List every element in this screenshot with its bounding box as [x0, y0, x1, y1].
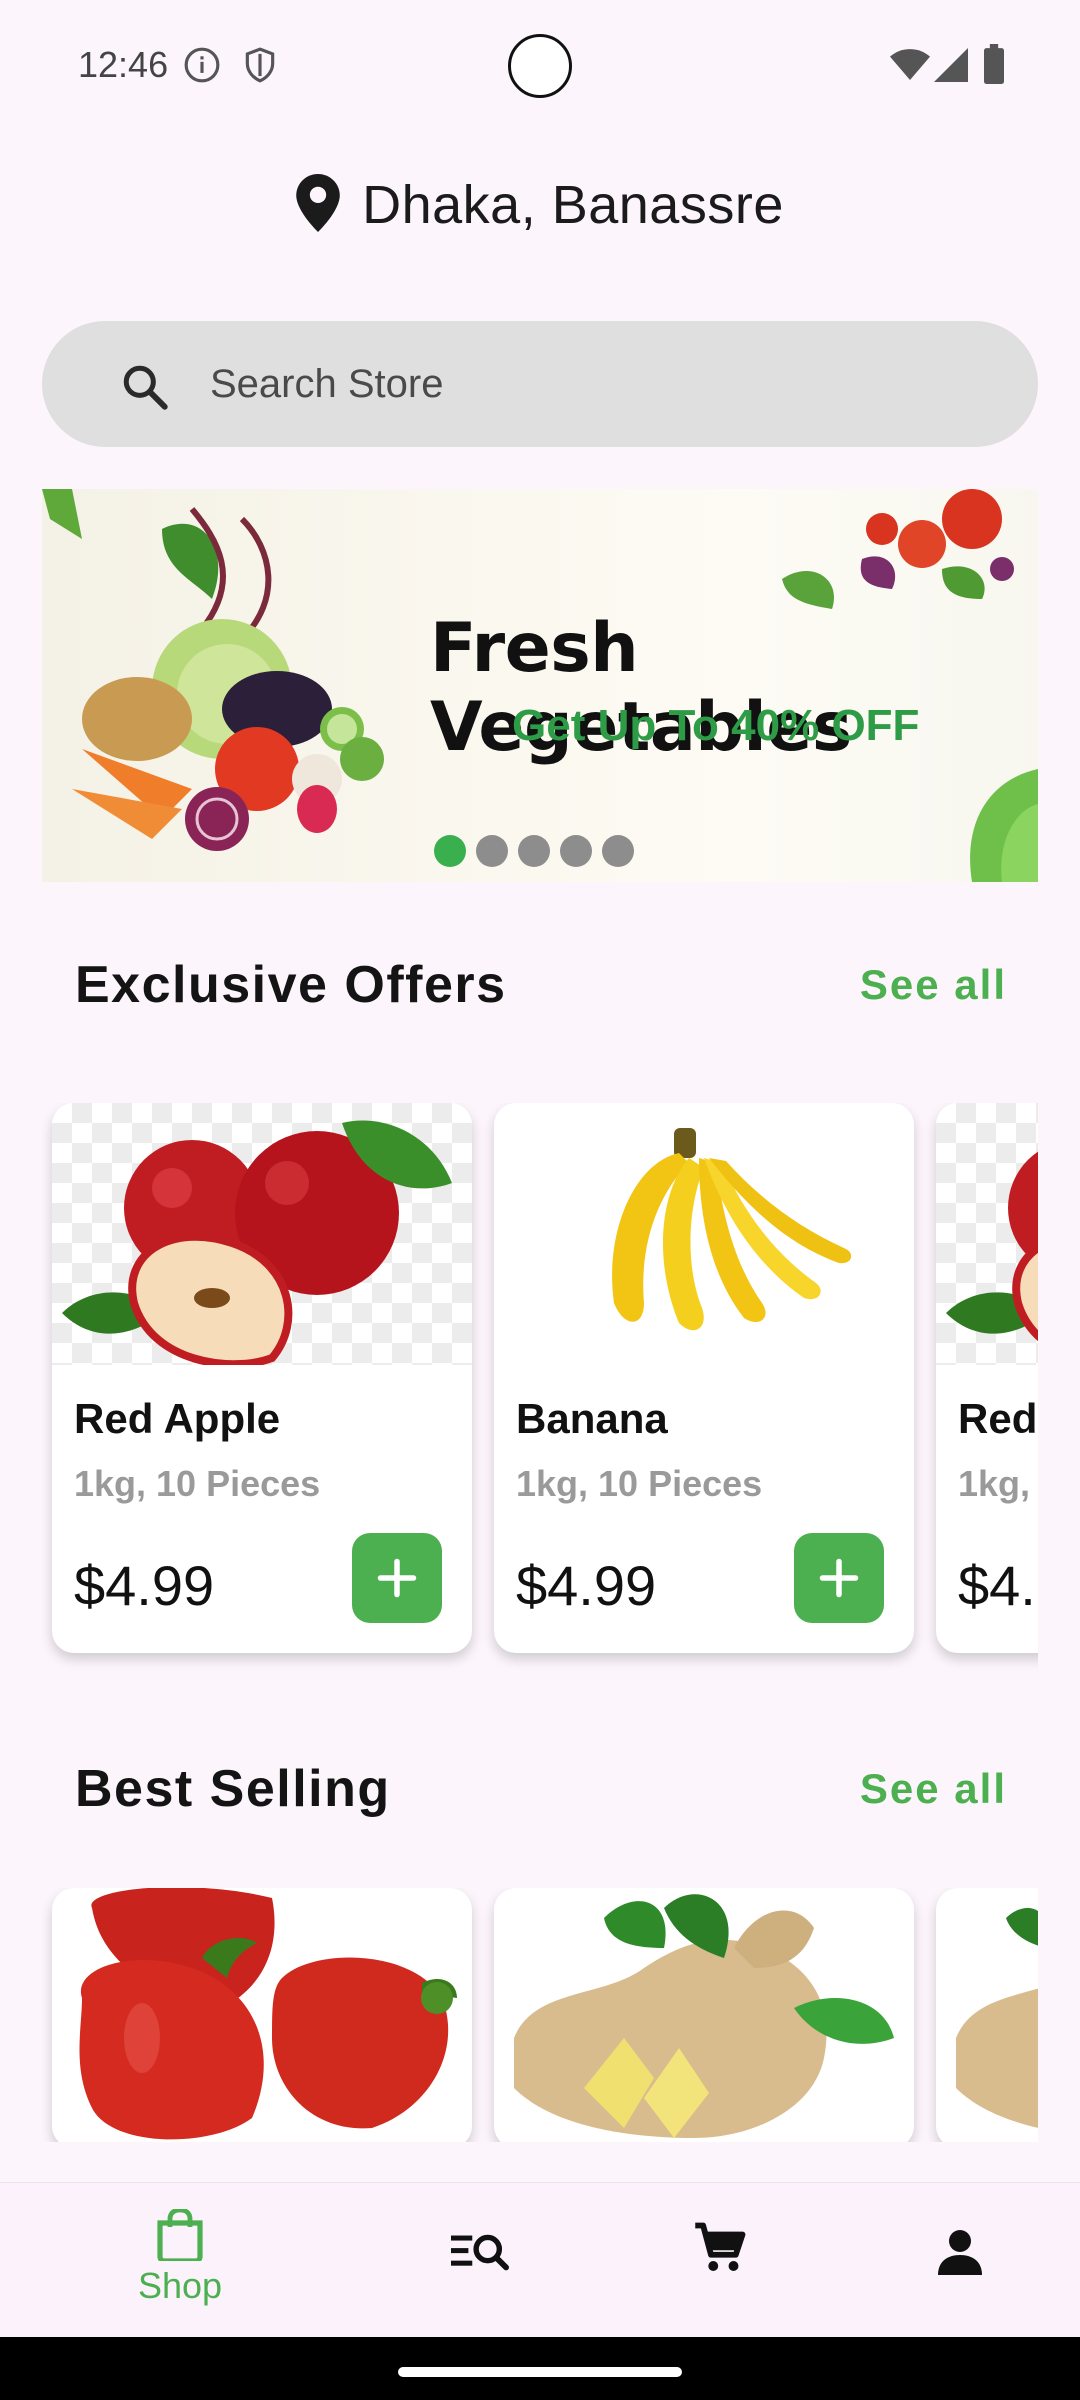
- camera-cutout: [508, 34, 572, 98]
- status-time: 12:46: [78, 44, 169, 85]
- product-image-banana: [494, 1103, 914, 1365]
- location-text: Dhaka, Banassre: [362, 175, 784, 235]
- nav-cart[interactable]: [640, 2221, 800, 2275]
- see-all-link[interactable]: See all: [860, 1765, 1007, 1813]
- explore-search-icon: [451, 2234, 509, 2271]
- info-icon: [183, 46, 221, 89]
- nav-shop-label: Shop: [137, 2265, 223, 2306]
- promo-banner[interactable]: Fresh Vegetables Get Up To 40% OFF: [42, 489, 1038, 882]
- best-selling-header: Best Selling See all: [75, 1759, 1007, 1829]
- location-selector[interactable]: Dhaka, Banassre: [0, 170, 1080, 240]
- add-to-cart-button[interactable]: [352, 1533, 442, 1623]
- product-quantity: 1kg,: [958, 1463, 1031, 1504]
- product-image-apple: [52, 1103, 472, 1369]
- add-to-cart-button[interactable]: [794, 1533, 884, 1623]
- battery-icon: [984, 44, 1004, 89]
- nav-shop[interactable]: Shop: [100, 2209, 260, 2307]
- product-card[interactable]: Red Apple 1kg, 10 Pieces $4.99: [52, 1103, 472, 1653]
- cart-icon: [695, 2222, 746, 2271]
- nav-explore[interactable]: [400, 2231, 560, 2271]
- shield-icon: [241, 46, 279, 89]
- search-input[interactable]: [210, 321, 990, 447]
- product-image-apple: [936, 1103, 1038, 1365]
- section-title: Exclusive Offers: [75, 956, 507, 1014]
- section-title: Best Selling: [75, 1760, 391, 1818]
- carousel-dot[interactable]: [434, 835, 466, 867]
- best-selling-list[interactable]: [42, 1888, 1038, 2142]
- plus-icon: [377, 1558, 417, 1598]
- shopping-bag-icon: [157, 2209, 203, 2261]
- product-name: Red: [958, 1395, 1038, 1442]
- wifi-icon: [890, 48, 930, 87]
- product-card[interactable]: Red 1kg, $4.: [936, 1103, 1038, 1653]
- carousel-indicator: [434, 835, 634, 867]
- product-card[interactable]: Banana 1kg, 10 Pieces $4.99: [494, 1103, 914, 1653]
- product-price: $4.99: [74, 1554, 215, 1617]
- product-quantity: 1kg, 10 Pieces: [74, 1463, 321, 1504]
- carousel-dot[interactable]: [518, 835, 550, 867]
- search-bar[interactable]: [42, 321, 1038, 447]
- search-icon: [120, 362, 170, 417]
- home-gesture-handle[interactable]: [398, 2367, 682, 2377]
- plus-icon: [819, 1558, 859, 1598]
- nav-account[interactable]: [880, 2227, 1040, 2275]
- product-name: Red Apple: [74, 1395, 281, 1442]
- carousel-dot[interactable]: [476, 835, 508, 867]
- product-image-ginger: [956, 1908, 1038, 2128]
- product-card[interactable]: [52, 1888, 472, 2142]
- product-quantity: 1kg, 10 Pieces: [516, 1463, 763, 1504]
- bottom-navigation: Shop: [0, 2182, 1080, 2337]
- product-card[interactable]: [936, 1888, 1038, 2142]
- location-pin-icon: [296, 173, 340, 237]
- see-all-link[interactable]: See all: [860, 961, 1007, 1009]
- exclusive-offers-header: Exclusive Offers See all: [75, 955, 1007, 1025]
- product-price: $4.99: [516, 1554, 657, 1617]
- signal-icon: [934, 48, 968, 87]
- banner-subtitle: Get Up To 40% OFF: [512, 701, 920, 750]
- person-icon: [938, 2230, 982, 2275]
- carousel-dot[interactable]: [560, 835, 592, 867]
- product-price: $4.: [958, 1554, 1036, 1617]
- system-gesture-bar: [0, 2337, 1080, 2400]
- carousel-dot[interactable]: [602, 835, 634, 867]
- product-image-bell-pepper: [79, 1888, 457, 2140]
- product-name: Banana: [516, 1395, 668, 1442]
- product-card[interactable]: [494, 1888, 914, 2142]
- exclusive-offers-list[interactable]: Red Apple 1kg, 10 Pieces $4.99 Banana 1k…: [42, 1103, 1038, 1673]
- product-image-ginger: [514, 1894, 894, 2138]
- status-bar: 12:46: [0, 0, 1080, 130]
